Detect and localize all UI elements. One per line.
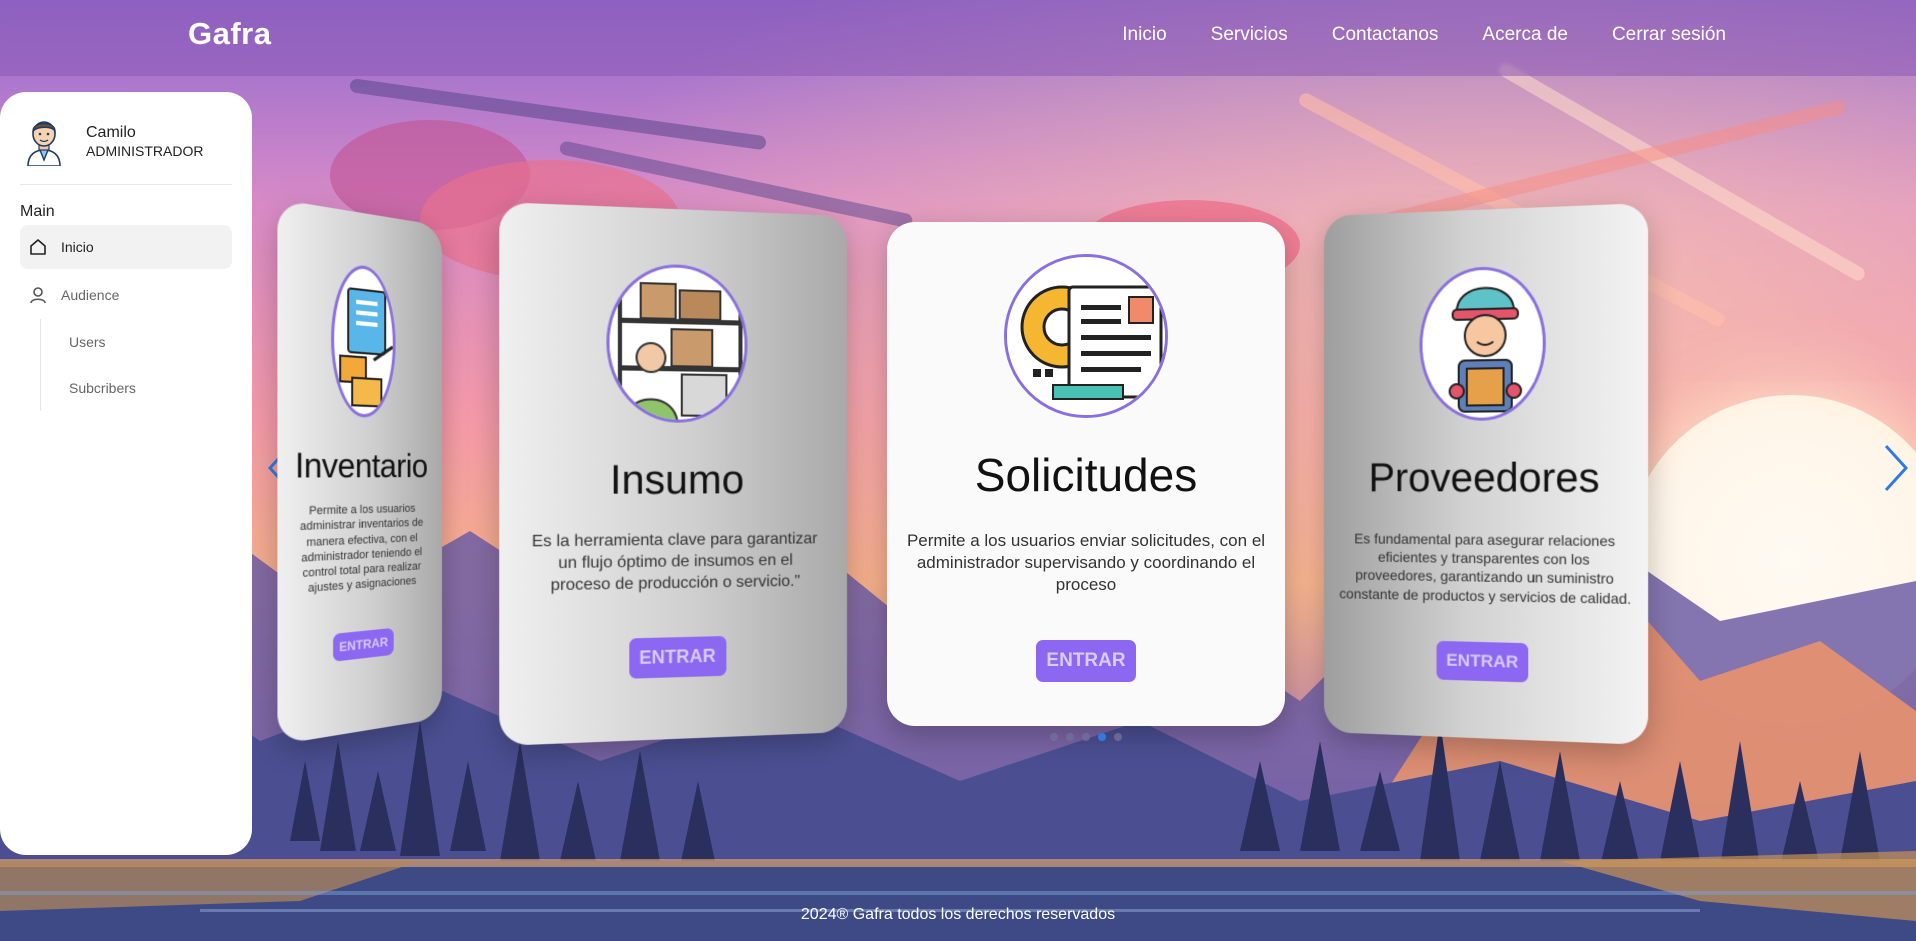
carousel-dot[interactable] — [1050, 733, 1058, 741]
user-role: ADMINISTRADOR — [86, 143, 203, 159]
card-enter-button[interactable]: ENTRAR — [333, 628, 394, 662]
footer-copyright: 2024® Gafra todos los derechos reservado… — [0, 906, 1916, 924]
chevron-right-icon — [1881, 443, 1911, 493]
user-name: Camilo — [86, 124, 203, 142]
user-profile: Camilo ADMINISTRADOR — [20, 112, 232, 170]
carousel-next-button[interactable] — [1876, 438, 1916, 498]
carousel-dot[interactable] — [1066, 733, 1074, 741]
card-title: Insumo — [499, 457, 847, 504]
card-description: Es la herramienta clave para garantizar … — [499, 529, 847, 598]
carousel-card-proveedores[interactable]: Proveedores Es fundamental para asegurar… — [1324, 203, 1648, 745]
card-enter-button[interactable]: ENTRAR — [1036, 640, 1135, 682]
card-enter-button[interactable]: ENTRAR — [629, 636, 726, 679]
nav-link-acerca-de[interactable]: Acerca de — [1482, 24, 1568, 46]
card-title: Solicitudes — [887, 448, 1285, 502]
sidebar: Camilo ADMINISTRADOR Main Inicio Audienc… — [0, 92, 252, 855]
nav-link-cerrar-sesion[interactable]: Cerrar sesión — [1612, 24, 1726, 46]
sidebar-subitem-subcribers[interactable]: Subcribers — [41, 365, 232, 411]
sidebar-item-label: Inicio — [61, 239, 94, 255]
sidebar-subitem-users[interactable]: Users — [41, 319, 232, 365]
nav-link-inicio[interactable]: Inicio — [1122, 24, 1166, 46]
carousel-dot-active[interactable] — [1098, 733, 1106, 741]
carousel-card-insumo[interactable]: Insumo Es la herramienta clave para gara… — [499, 202, 847, 746]
sidebar-item-audience[interactable]: Audience — [20, 273, 232, 317]
user-avatar-icon — [22, 116, 66, 166]
card-description: Es fundamental para asegurar relaciones … — [1324, 529, 1648, 608]
nav-link-servicios[interactable]: Servicios — [1211, 24, 1288, 46]
carousel-card-solicitudes[interactable]: Solicitudes Permite a los usuarios envia… — [887, 222, 1285, 726]
home-icon — [28, 237, 48, 257]
card-enter-button[interactable]: ENTRAR — [1436, 641, 1529, 683]
card-title: Inventario — [277, 445, 442, 486]
carousel-pagination — [1050, 733, 1122, 741]
top-navbar: Gafra Inicio Servicios Contactanos Acerc… — [0, 0, 1916, 76]
audience-submenu: Users Subcribers — [40, 319, 232, 411]
sidebar-item-inicio[interactable]: Inicio — [20, 225, 232, 269]
card-description: Permite a los usuarios enviar solicitude… — [887, 530, 1285, 596]
carousel-dot[interactable] — [1114, 733, 1122, 741]
supplier-icon — [1420, 265, 1546, 421]
sidebar-item-label: Audience — [61, 287, 119, 303]
inventory-icon — [331, 262, 396, 419]
nav-link-contactanos[interactable]: Contactanos — [1332, 24, 1439, 46]
card-description: Permite a los usuarios administrar inven… — [277, 501, 442, 599]
carousel-card-inventario[interactable]: Inventario Permite a los usuarios admini… — [277, 199, 442, 745]
supplies-icon — [606, 262, 747, 423]
card-title: Proveedores — [1324, 455, 1648, 502]
divider — [20, 184, 232, 185]
carousel-dot[interactable] — [1082, 733, 1090, 741]
requests-icon — [1004, 254, 1168, 418]
brand-logo[interactable]: Gafra — [188, 16, 271, 52]
main-nav: Inicio Servicios Contactanos Acerca de C… — [1122, 24, 1726, 46]
modules-carousel: Inventario Permite a los usuarios admini… — [252, 76, 1916, 796]
section-label-main: Main — [20, 203, 232, 221]
user-icon — [28, 285, 48, 305]
